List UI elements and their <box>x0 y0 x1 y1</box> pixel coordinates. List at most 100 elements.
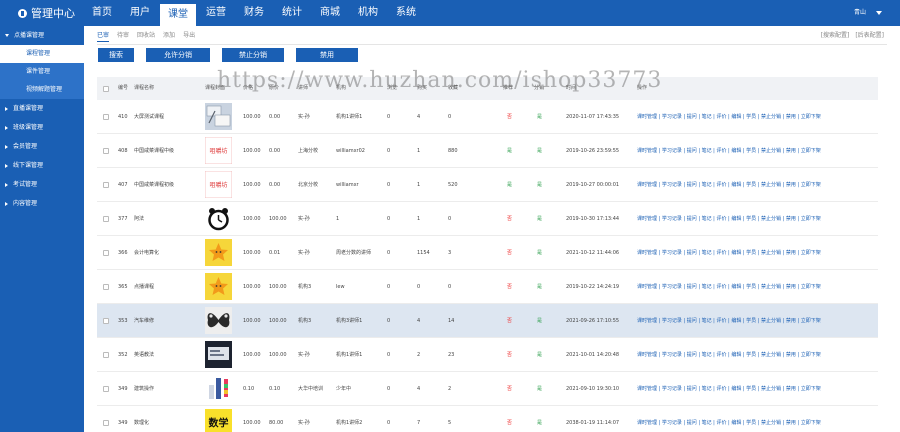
forbid-distribution-button[interactable]: 禁止分销 <box>222 48 284 62</box>
row-actions[interactable]: 课时管理 | 学习记录 | 提问 | 笔记 | 评价 | 编辑 | 学员 | 禁… <box>637 202 821 236</box>
table-row[interactable]: 数学 349 数理化 100.00 80.00 实-孙 机构1讲师2 0 7 5 否是 2038-01… <box>97 406 878 432</box>
sidebar-group[interactable]: 内容管理 <box>0 194 84 213</box>
cell-orig: 0.00 <box>269 148 281 154</box>
cell-time: 2021-10-01 14:20:48 <box>566 352 620 358</box>
sidebar-group[interactable]: 考试管理 <box>0 175 84 194</box>
table-row[interactable]: 410 大屏测试课程 100.00 0.00 实-孙 机构1讲师1 0 4 0 否是 2020-11… <box>97 100 878 134</box>
nav-item[interactable]: 机构 <box>350 0 386 26</box>
sub-tab[interactable]: 添加 <box>163 30 175 42</box>
cell-distribution[interactable]: 是 <box>537 270 542 304</box>
row-checkbox[interactable] <box>103 148 109 154</box>
row-actions[interactable]: 课时管理 | 学习记录 | 提问 | 笔记 | 评价 | 编辑 | 学员 | 禁… <box>637 270 821 304</box>
sidebar-group[interactable]: 直播课管理 <box>0 99 84 118</box>
row-actions[interactable]: 课时管理 | 学习记录 | 提问 | 笔记 | 评价 | 编辑 | 学员 | 禁… <box>637 338 821 372</box>
row-checkbox[interactable] <box>103 284 109 290</box>
cell-views: 0 <box>387 148 391 154</box>
cell-recommend[interactable]: 否 <box>507 406 512 432</box>
nav-item[interactable]: 财务 <box>236 0 272 26</box>
cell-recommend[interactable]: 否 <box>507 270 512 304</box>
cell-distribution[interactable]: 是 <box>537 338 542 372</box>
table-row[interactable]: 咀嚼坊 407 中国咸菜课程初级 100.00 0.00 北京分校 williamxr 0 1 5… <box>97 168 878 202</box>
cell-teacher: 实-孙 <box>298 216 310 222</box>
sub-tab[interactable]: 导出 <box>183 30 195 42</box>
row-actions[interactable]: 课时管理 | 学习记录 | 提问 | 笔记 | 评价 | 编辑 | 学员 | 禁… <box>637 372 821 406</box>
table-row[interactable]: 349 建筑操作 0.10 0.10 大华中培训 少年中 0 4 2 否是 2021-09-10 1… <box>97 372 878 406</box>
cell-recommend[interactable]: 否 <box>507 202 512 236</box>
nav-item[interactable]: 运营 <box>198 0 234 26</box>
row-actions[interactable]: 课时管理 | 学习记录 | 提问 | 笔记 | 评价 | 编辑 | 学员 | 禁… <box>637 304 821 338</box>
cell-distribution[interactable]: 是 <box>537 202 542 236</box>
cell-distribution[interactable]: 是 <box>537 100 542 134</box>
sidebar-item[interactable]: 课件管理 <box>0 63 84 81</box>
cell-time: 2021-10-12 11:44:06 <box>566 250 620 256</box>
search-button[interactable]: 搜索 <box>98 48 134 62</box>
cell-views: 0 <box>387 284 391 290</box>
cell-name: 英语教法 <box>134 352 155 358</box>
cell-distribution[interactable]: 是 <box>537 304 542 338</box>
row-checkbox[interactable] <box>103 420 109 426</box>
cell-recommend[interactable]: 否 <box>507 236 512 270</box>
cell-distribution[interactable]: 是 <box>537 372 542 406</box>
sub-tab[interactable]: 已审 <box>97 30 110 42</box>
cell-recommend[interactable]: 否 <box>507 372 512 406</box>
cell-teacher: 实-孙 <box>298 352 310 358</box>
disable-button[interactable]: 禁用 <box>296 48 358 62</box>
cell-orig: 100.00 <box>269 318 287 324</box>
cell-recommend[interactable]: 否 <box>507 304 512 338</box>
row-checkbox[interactable] <box>103 352 109 358</box>
table-row[interactable]: 366 会计电算化 100.00 0.01 实-孙 周老分数的讲师 0 1154 3 否是 2021… <box>97 236 878 270</box>
cell-distribution[interactable]: 是 <box>537 406 542 432</box>
nav-item[interactable]: 商城 <box>312 0 348 26</box>
cell-distribution[interactable]: 是 <box>537 134 542 168</box>
row-checkbox[interactable] <box>103 250 109 256</box>
row-actions[interactable]: 课时管理 | 学习记录 | 提问 | 笔记 | 评价 | 编辑 | 学员 | 禁… <box>637 406 821 432</box>
cell-org: williamxr02 <box>336 148 365 154</box>
sidebar-group[interactable]: 会员管理 <box>0 137 84 156</box>
row-checkbox[interactable] <box>103 182 109 188</box>
table-row[interactable]: 377 阿法 100.00 100.00 实-孙 1 0 1 0 否是 2019-10-30 17:… <box>97 202 878 236</box>
sub-tab[interactable]: 回收站 <box>137 30 155 42</box>
cell-distribution[interactable]: 是 <box>537 168 542 202</box>
sub-tab[interactable]: 待审 <box>117 30 129 42</box>
cell-recommend[interactable]: 是 <box>507 168 512 202</box>
cell-recommend[interactable]: 是 <box>507 134 512 168</box>
nav-item[interactable]: 系统 <box>388 0 424 26</box>
row-actions[interactable]: 课时管理 | 学习记录 | 提问 | 笔记 | 评价 | 编辑 | 学员 | 禁… <box>637 168 821 202</box>
sidebar-group[interactable]: 点播课管理 <box>0 26 84 45</box>
config-links: [搜索配置] [后表配置] <box>817 30 884 39</box>
row-actions[interactable]: 课时管理 | 学习记录 | 提问 | 笔记 | 评价 | 编辑 | 学员 | 禁… <box>637 100 821 134</box>
cell-id: 407 <box>118 182 128 188</box>
list-config-link[interactable]: [后表配置] <box>855 32 884 39</box>
nav-item[interactable]: 用户 <box>122 0 158 26</box>
table-row[interactable]: 365 点播课程 100.00 100.00 机构3 lew 0 0 0 否是 2019-10-22… <box>97 270 878 304</box>
table-row[interactable]: 353 汽车维修 100.00 100.00 机构3 机构3讲师1 0 4 14 否是 2021-0… <box>97 304 878 338</box>
cell-buy: 4 <box>417 386 421 392</box>
row-checkbox[interactable] <box>103 114 109 120</box>
nav-item[interactable]: 统计 <box>274 0 310 26</box>
user-name: 青山 <box>853 9 866 16</box>
nav-item[interactable]: 首页 <box>84 0 120 26</box>
sidebar-item[interactable]: 视频解题管理 <box>0 81 84 99</box>
search-config-link[interactable]: [搜索配置] <box>821 32 850 39</box>
cell-distribution[interactable]: 是 <box>537 236 542 270</box>
row-actions[interactable]: 课时管理 | 学习记录 | 提问 | 笔记 | 评价 | 编辑 | 学员 | 禁… <box>637 236 821 270</box>
row-checkbox[interactable] <box>103 318 109 324</box>
col-name[interactable]: 课程名称 <box>134 77 154 100</box>
row-checkbox[interactable] <box>103 216 109 222</box>
sidebar-group[interactable]: 班级课管理 <box>0 118 84 137</box>
allow-distribution-button[interactable]: 允许分销 <box>146 48 210 62</box>
row-checkbox[interactable] <box>103 386 109 392</box>
row-actions[interactable]: 课时管理 | 学习记录 | 提问 | 笔记 | 评价 | 编辑 | 学员 | 禁… <box>637 134 821 168</box>
cell-recommend[interactable]: 否 <box>507 338 512 372</box>
cell-recommend[interactable]: 否 <box>507 100 512 134</box>
user-menu[interactable]: 青山 <box>854 0 882 26</box>
nav-item[interactable]: 课堂 <box>160 2 196 26</box>
table-row[interactable]: 咀嚼坊 408 中国咸菜课程中级 100.00 0.00 上海分校 williamxr02 0… <box>97 134 878 168</box>
select-all-checkbox[interactable] <box>103 86 109 92</box>
sidebar-group[interactable]: 线下课管理 <box>0 156 84 175</box>
col-id[interactable]: 编号 <box>118 77 128 100</box>
sidebar-group-label: 班级课管理 <box>13 124 44 131</box>
brand[interactable]: 管理中心 <box>0 0 84 26</box>
table-row[interactable]: 352 英语教法 100.00 100.00 实-孙 机构1讲师1 0 2 23 否是 2021-1… <box>97 338 878 372</box>
sidebar-item[interactable]: 课程管理 <box>0 45 84 63</box>
